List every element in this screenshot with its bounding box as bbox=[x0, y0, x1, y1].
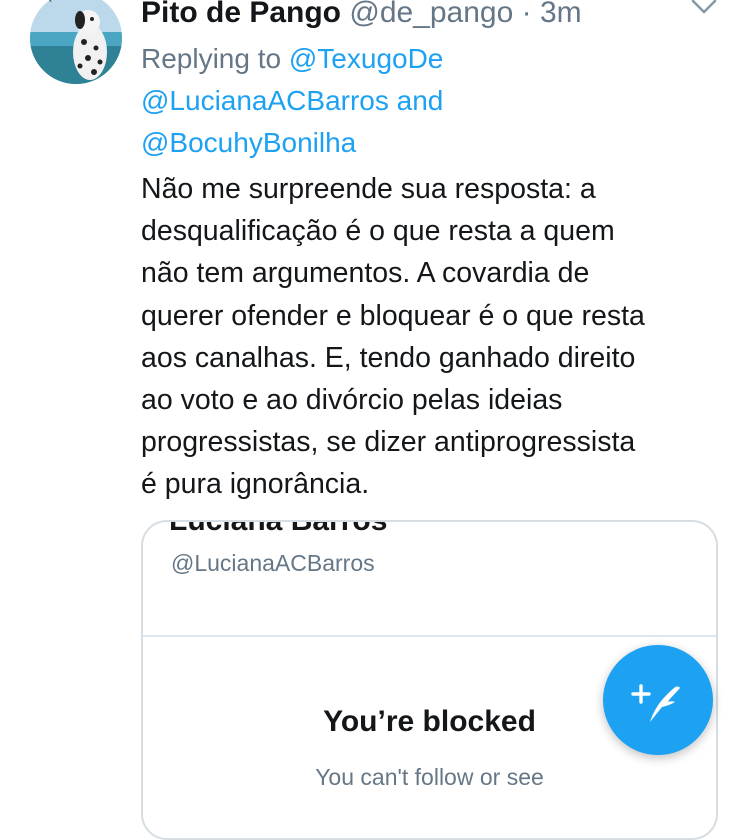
replying-to-line-3: @BocuhyBonilha bbox=[141, 122, 356, 164]
tweet-text-line: é pura ignorância. bbox=[141, 468, 370, 501]
tweet-text-line: querer ofender e bloquear é o que resta bbox=[141, 299, 645, 332]
replying-to-line-2: @LucianaACBarros and bbox=[141, 80, 443, 122]
author-handle[interactable]: @de_pango bbox=[349, 0, 513, 29]
tweet-text: Não me surpreende sua resposta: a desqua… bbox=[141, 168, 731, 506]
tweet-text-line: ao voto e ao divórcio pelas ideias bbox=[141, 384, 563, 417]
avatar[interactable] bbox=[30, 0, 122, 84]
tweet-text-line: Não me surpreende sua resposta: a bbox=[141, 173, 596, 205]
header-separator: · bbox=[513, 0, 540, 29]
mention-link[interactable]: @LucianaACBarros bbox=[141, 85, 389, 116]
mention-link[interactable]: @TexugoDe bbox=[289, 43, 444, 74]
tweet-text-line: desqualificação é o que resta a quem bbox=[141, 215, 615, 248]
tweet-header: Pito de Pango @de_pango · 3m bbox=[141, 0, 582, 35]
blocked-subtitle: You can't follow or see bbox=[315, 764, 544, 790]
replying-to: Replying to @TexugoDe bbox=[141, 38, 443, 80]
tweet-menu-button[interactable] bbox=[690, 0, 718, 18]
card-profile-handle: @LucianaACBarros bbox=[171, 550, 375, 576]
mention-conjunction: and bbox=[388, 85, 444, 116]
avatar-photo bbox=[30, 0, 122, 84]
mention-link[interactable]: @BocuhyBonilha bbox=[141, 127, 356, 158]
author-name[interactable]: Pito de Pango bbox=[141, 0, 341, 29]
tweet-text-line: progressistas, se dizer antiprogressista bbox=[141, 426, 636, 459]
tweet-timestamp[interactable]: 3m bbox=[540, 0, 582, 29]
compose-tweet-icon bbox=[631, 684, 680, 722]
tweet-text-line: não tem argumentos. A covardia de bbox=[141, 257, 590, 290]
card-profile-name: Luciana Barros bbox=[169, 520, 388, 537]
card-divider bbox=[143, 635, 716, 637]
tweet-text-line: aos canalhas. E, tendo ganhado direito bbox=[141, 341, 636, 374]
compose-tweet-button[interactable] bbox=[603, 645, 713, 755]
chevron-down-icon bbox=[691, 0, 717, 14]
replying-to-label: Replying to bbox=[141, 43, 289, 74]
